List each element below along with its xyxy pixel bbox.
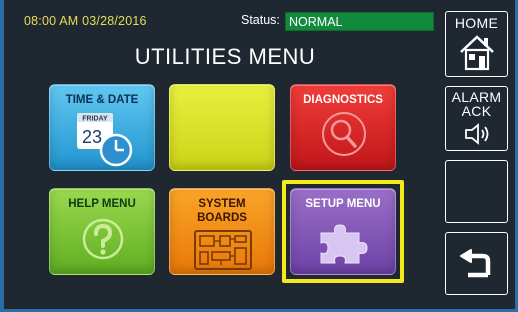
calendar-day: FRIDAY [82, 116, 108, 123]
speaker-icon [465, 123, 489, 145]
puzzle-piece-icon [320, 224, 368, 264]
circuit-board-icon [194, 230, 252, 270]
system-boards-label: SYSTEM BOARDS [197, 198, 247, 224]
home-label: HOME [454, 15, 499, 31]
help-menu-button[interactable]: HELP MENU [49, 188, 155, 275]
system-boards-button[interactable]: SYSTEM BOARDS [169, 188, 275, 275]
diagnostics-label: DIAGNOSTICS [303, 94, 383, 106]
question-icon [82, 218, 124, 260]
calendar-clock-icon: FRIDAY 23 [77, 113, 133, 167]
diagnostics-button[interactable]: DIAGNOSTICS [290, 84, 396, 171]
back-arrow-icon [460, 249, 491, 278]
setup-menu-button[interactable]: SETUP MENU [290, 188, 396, 275]
back-button[interactable] [445, 232, 508, 295]
house-icon [460, 35, 494, 71]
status-label: Status: [241, 13, 280, 27]
alarm-label-line1: ALARM [451, 89, 502, 105]
time-date-button[interactable]: TIME & DATE FRIDAY 23 [49, 84, 155, 171]
help-menu-label: HELP MENU [68, 198, 136, 210]
page-title: UTILITIES MENU [134, 44, 316, 69]
alarm-ack-button[interactable]: ALARM ACK [445, 86, 508, 151]
setup-menu-label: SETUP MENU [305, 198, 381, 210]
magnifier-icon [322, 112, 366, 156]
alarm-label-line2: ACK [461, 103, 492, 119]
empty-side-button[interactable] [445, 160, 508, 223]
home-button[interactable]: HOME [445, 11, 508, 77]
datetime-display: 08:00 AM 03/28/2016 [24, 14, 147, 28]
blank-button[interactable] [169, 84, 275, 171]
time-date-label: TIME & DATE [65, 94, 139, 106]
status-indicator: NORMAL [285, 12, 434, 31]
calendar-date: 23 [82, 127, 102, 147]
